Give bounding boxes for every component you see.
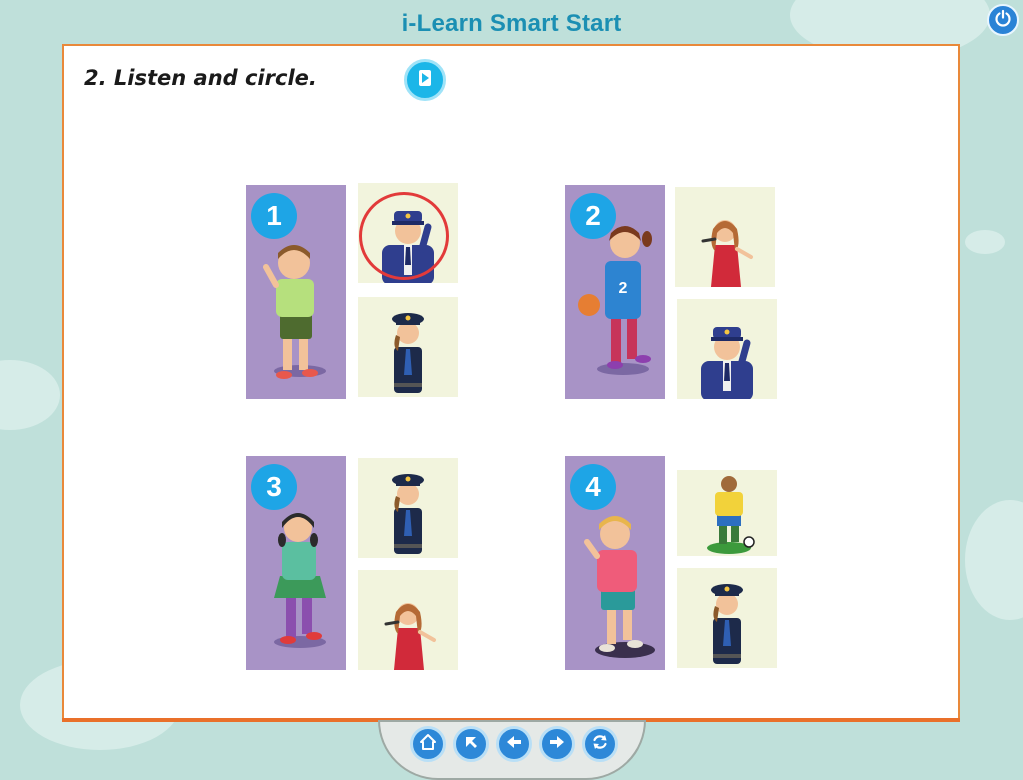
option-football-player[interactable] (677, 470, 777, 556)
football-player-illustration (707, 476, 755, 554)
app-title: i-Learn Smart Start (401, 10, 622, 37)
play-icon (416, 68, 434, 92)
option-pilot[interactable] (358, 183, 458, 283)
background-cloud (965, 500, 1023, 620)
question-number-badge: 1 (251, 193, 297, 239)
next-button[interactable] (539, 726, 575, 762)
pilot-illustration (701, 327, 753, 399)
police-officer-illustration (392, 474, 424, 554)
question-picture: 4 (565, 456, 665, 670)
next-icon (548, 733, 566, 755)
background-cloud (0, 360, 60, 430)
svg-text:2: 2 (619, 280, 628, 297)
refresh-button[interactable] (582, 726, 618, 762)
question-number-badge: 2 (570, 193, 616, 239)
question-picture: 2 2 (565, 185, 665, 399)
home-button[interactable] (410, 726, 446, 762)
power-button[interactable] (987, 4, 1019, 36)
exercise-page: 2. Listen and circle. 1 2 2 3 4 (62, 44, 960, 722)
question-picture: 3 (246, 456, 346, 670)
question-2: 2 2 (565, 185, 779, 401)
police-officer-illustration (711, 584, 743, 664)
pilot-illustration (382, 211, 434, 283)
back-to-top-button[interactable] (453, 726, 489, 762)
question-1: 1 (246, 183, 460, 401)
option-pilot[interactable] (677, 299, 777, 399)
question-number-badge: 3 (251, 464, 297, 510)
question-picture: 1 (246, 185, 346, 399)
option-singer[interactable] (358, 570, 458, 670)
question-number-badge: 4 (570, 464, 616, 510)
power-icon (994, 9, 1012, 31)
option-singer[interactable] (675, 187, 775, 287)
back-to-top-icon (462, 733, 480, 755)
home-icon (419, 733, 437, 755)
previous-icon (505, 733, 523, 755)
exercise-title: 2. Listen and circle. (84, 66, 317, 90)
option-police-officer[interactable] (358, 458, 458, 558)
question-3: 3 (246, 456, 460, 672)
background-cloud (965, 230, 1005, 254)
singer-illustration (384, 603, 436, 670)
question-4: 4 (565, 456, 779, 672)
option-police-officer[interactable] (358, 297, 458, 397)
police-officer-illustration (392, 313, 424, 393)
option-police-officer[interactable] (677, 568, 777, 668)
previous-button[interactable] (496, 726, 532, 762)
refresh-icon (591, 733, 609, 755)
audio-play-button[interactable] (404, 59, 446, 101)
singer-illustration (701, 220, 753, 287)
